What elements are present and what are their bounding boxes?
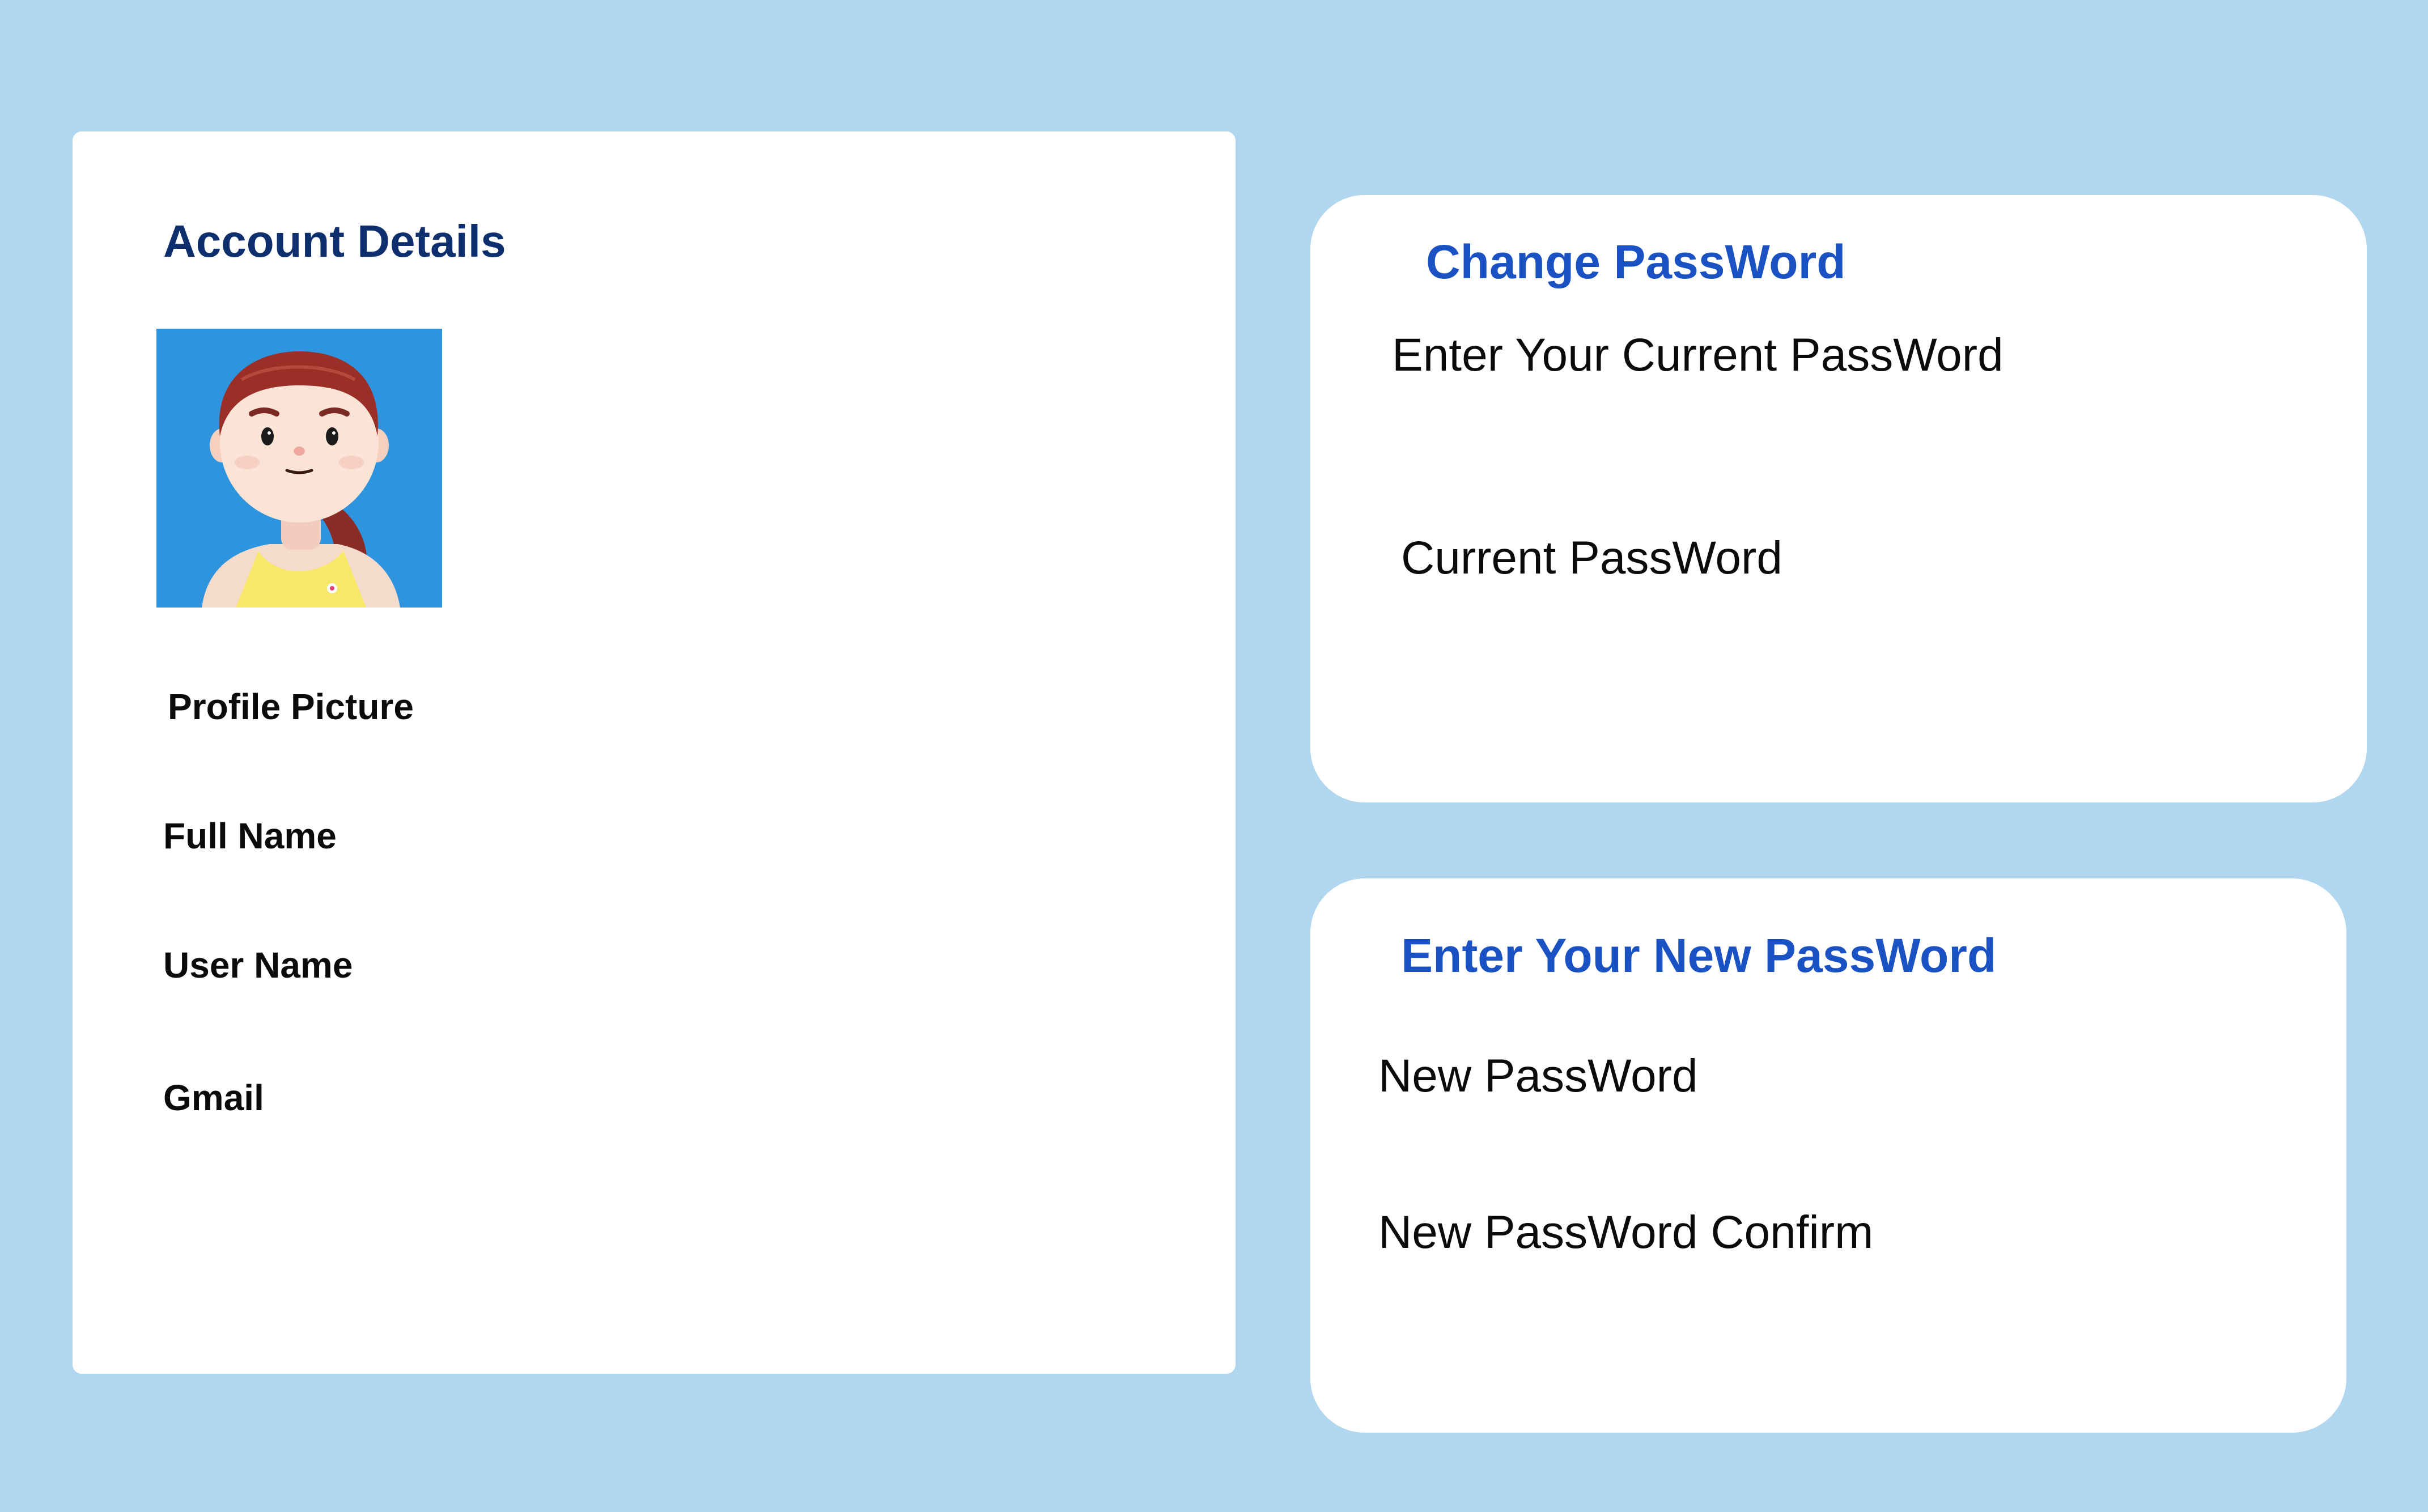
new-password-confirm-field[interactable]: New PassWord Confirm (1378, 1206, 1873, 1259)
profile-picture[interactable] (156, 329, 442, 608)
full-name-label: Full Name (163, 816, 337, 856)
avatar-icon (156, 329, 442, 608)
account-details-card: Account Details Profile Picture Full Nam… (73, 131, 1236, 1374)
new-password-field[interactable]: New PassWord (1378, 1050, 1698, 1103)
current-password-prompt: Enter Your Current PassWord (1392, 329, 2003, 381)
change-password-card: Change PassWord Enter Your Current PassW… (1310, 195, 2367, 802)
user-name-label: User Name (163, 945, 353, 986)
profile-picture-label: Profile Picture (168, 686, 414, 727)
change-password-title: Change PassWord (1426, 235, 1846, 288)
current-password-field[interactable]: Current PassWord (1401, 532, 1782, 585)
gmail-label: Gmail (163, 1077, 264, 1118)
new-password-title: Enter Your New PassWord (1401, 929, 1997, 982)
new-password-card: Enter Your New PassWord New PassWord New… (1310, 878, 2346, 1433)
account-details-title: Account Details (163, 216, 506, 266)
